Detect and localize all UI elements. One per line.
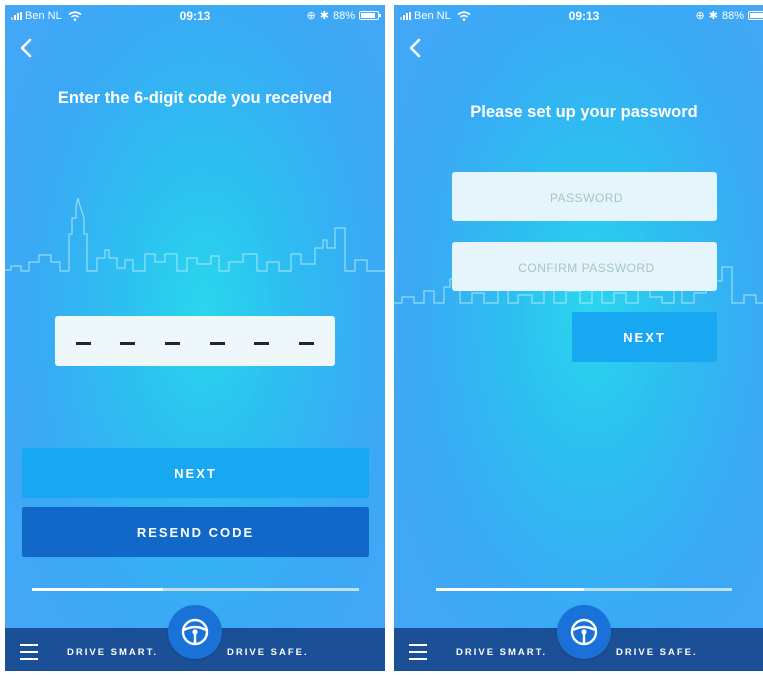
carrier-label: Ben NL [414, 10, 451, 22]
verification-code-input[interactable] [55, 316, 335, 366]
code-digit-slot [254, 341, 270, 345]
progress-bar [32, 588, 359, 591]
set-password-screen: Ben NL 09:13 ⊕ ✱ 88% Please set up your … [394, 5, 763, 671]
code-entry-screen: Ben NL 09:13 ⊕ ✱ 88% Enter the 6-digit c… [5, 5, 385, 671]
confirm-password-field[interactable] [452, 242, 721, 293]
status-bar: Ben NL 09:13 ⊕ ✱ 88% [5, 5, 385, 27]
wifi-icon [457, 11, 471, 21]
battery-icon [748, 11, 763, 20]
page-title: Please set up your password [470, 103, 698, 121]
bluetooth-icon: ✱ [319, 10, 329, 22]
code-digit-slot [165, 341, 181, 345]
progress-bar [436, 588, 732, 591]
password-input[interactable] [452, 172, 721, 223]
battery-percent: 88% [332, 9, 355, 22]
tagline-drive-safe: DRIVE SAFE. [616, 647, 698, 658]
code-digit-slot [299, 341, 315, 345]
tagline-drive-safe: DRIVE SAFE. [227, 647, 309, 658]
battery-icon [359, 11, 381, 20]
menu-icon[interactable] [409, 644, 427, 664]
progress-fill [32, 588, 163, 591]
password-field[interactable] [452, 172, 721, 223]
carrier-label: Ben NL [25, 10, 62, 22]
city-skyline-illustration [5, 198, 385, 272]
signal-icon [11, 12, 22, 20]
menu-icon[interactable] [20, 644, 38, 664]
status-right: ⊕ ✱ 88% [696, 9, 763, 22]
resend-code-button[interactable]: RESEND CODE [22, 507, 369, 557]
status-bar: Ben NL 09:13 ⊕ ✱ 88% [394, 5, 763, 27]
steering-wheel-button[interactable] [168, 605, 222, 659]
steering-wheel-button[interactable] [557, 605, 611, 659]
steering-wheel-icon [181, 618, 209, 646]
code-digit-slot [209, 341, 225, 345]
confirm-password-input[interactable] [452, 242, 721, 293]
status-left: Ben NL [400, 10, 471, 22]
next-button[interactable]: NEXT [572, 312, 717, 362]
status-left: Ben NL [11, 10, 82, 22]
steering-wheel-icon [570, 618, 598, 646]
code-digit-slot [75, 341, 91, 345]
wifi-icon [68, 11, 82, 21]
next-button[interactable]: NEXT [22, 448, 369, 498]
back-button[interactable] [13, 33, 43, 63]
page-title: Enter the 6-digit code you received [57, 89, 333, 107]
battery-percent: 88% [721, 9, 744, 22]
bluetooth-icon: ✱ [708, 10, 718, 22]
location-icon: ⊕ [306, 10, 316, 22]
signal-icon [400, 12, 411, 20]
status-right: ⊕ ✱ 88% [306, 9, 381, 22]
back-button[interactable] [402, 33, 432, 63]
tagline-drive-smart: DRIVE SMART. [67, 647, 159, 658]
progress-fill [436, 588, 584, 591]
location-icon: ⊕ [695, 10, 705, 22]
tagline-drive-smart: DRIVE SMART. [456, 647, 548, 658]
code-digit-slot [120, 341, 136, 345]
